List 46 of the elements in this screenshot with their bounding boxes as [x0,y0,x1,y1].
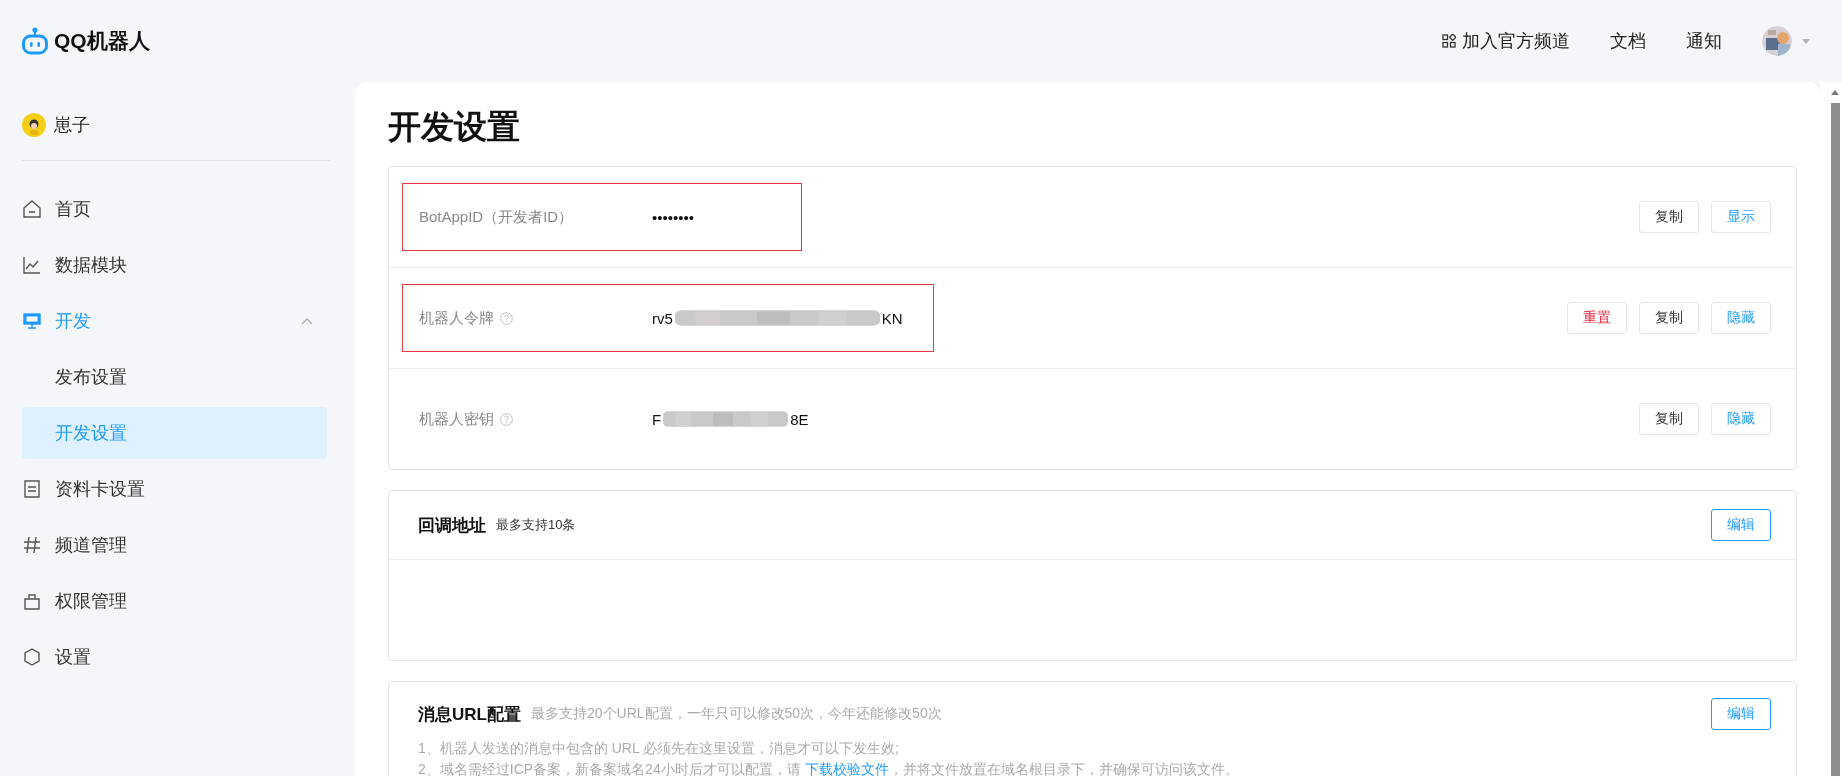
field-value: KN [881,309,903,327]
hexagon-icon [22,647,42,667]
help-icon[interactable] [500,311,513,325]
robot-logo-icon [22,27,48,55]
sidebar-item[interactable]: 首页 [22,183,327,235]
nav-link[interactable]: 文档 [1610,29,1646,53]
user-name: 崽子 [54,114,90,137]
reset-button[interactable]: 重置 [1567,302,1627,334]
sidebar-item[interactable]: 权限管理 [22,575,327,627]
page-title: 开发设置 [388,107,521,147]
action-button[interactable]: 复制 [1639,302,1699,334]
field-label: 机器人令牌 [419,308,494,328]
monitor-icon [22,311,42,331]
section-title: 消息URL配置 [418,703,521,726]
nav-link[interactable]: 通知 [1686,29,1722,53]
section-note: 最多支持20个URL配置，一年只可以修改50次，今年还能修改50次 [530,705,942,723]
sidebar-item[interactable]: 设置 [22,631,327,683]
logo-text: QQ机器人 [54,28,150,54]
field-value: 8E [790,410,809,428]
field-value: rv5 [652,309,673,327]
field-label: 机器人密钥 [419,409,494,429]
grid-icon [1442,34,1456,48]
sidebar-item[interactable]: 频道管理 [22,519,327,571]
field-value: •••••••• [652,208,694,226]
action-button[interactable]: 复制 [1639,403,1699,435]
scroll-up-icon[interactable] [1831,90,1839,95]
user-avatar [22,113,46,137]
field-value: F [652,410,662,428]
section-note: 最多支持10条 [496,516,576,534]
nav-link[interactable]: 加入官方频道 [1442,29,1570,53]
sidebar-item[interactable]: 数据模块 [22,239,327,291]
scrollbar-thumb[interactable] [1831,103,1840,776]
hash-icon [22,535,42,555]
help-icon[interactable] [500,412,513,426]
caret-icon [1802,38,1810,44]
action-button[interactable]: 复制 [1639,201,1699,233]
instruction-text: 1、机器人发送的消息中包含的 URL 必须先在这里设置，消息才可以下发生效; [417,739,900,758]
field-label: BotAppID（开发者ID） [419,207,574,227]
sidebar-subitem[interactable]: 发布设置 [22,351,327,403]
section-title: 回调地址 [418,514,486,537]
sidebar-item[interactable]: 资料卡设置 [22,463,327,515]
bag-icon [22,591,42,611]
chart-icon [22,255,42,275]
document-icon [22,479,42,499]
home-icon [22,199,42,219]
instruction-text: 2、域名需经过ICP备案，新备案域名24小时后才可以配置，请 下载校验文件，并将文件放置在域名根目录下，并确保可访问该文件。 [417,760,1240,776]
